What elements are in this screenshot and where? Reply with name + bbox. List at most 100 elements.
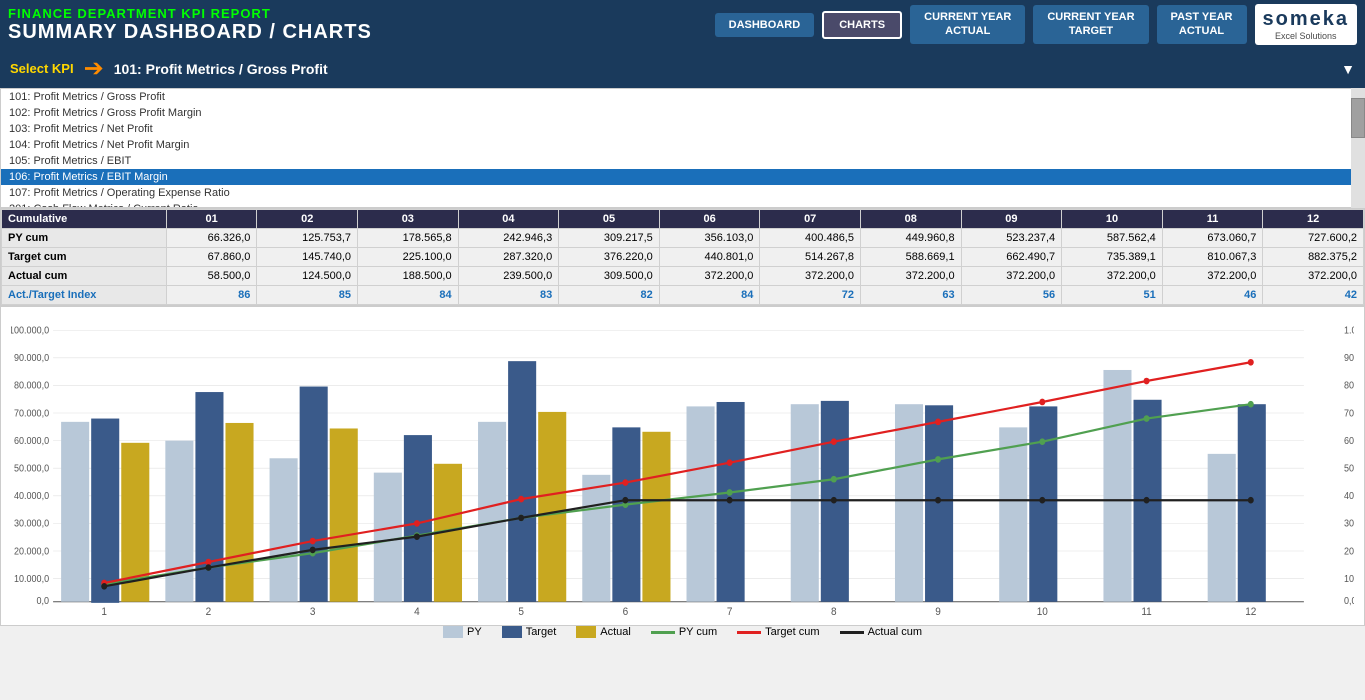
row-label-actual-cum: Actual cum [2,267,167,286]
svg-text:6: 6 [623,606,629,615]
svg-text:50.000,0: 50.000,0 [14,463,49,475]
col-header-05: 05 [559,210,660,229]
row-label-index: Act./Target Index [2,286,167,305]
cell-index: 63 [860,286,961,305]
target-cum-dot [935,419,941,426]
kpi-item-107[interactable]: 107: Profit Metrics / Operating Expense … [1,185,1364,201]
svg-text:10: 10 [1037,606,1048,615]
svg-text:4: 4 [414,606,420,615]
svg-text:1.000.000,0: 1.000.000,0 [1344,325,1354,337]
cell: 727.600,2 [1263,229,1364,248]
svg-text:7: 7 [727,606,733,615]
actual-cum-dot [935,497,941,504]
py-actual-btn[interactable]: PAST YEARACTUAL [1157,5,1247,43]
cell-index: 86 [166,286,257,305]
col-header-04: 04 [458,210,559,229]
svg-text:20.000,0: 20.000,0 [14,546,49,558]
kpi-dropdown-btn[interactable]: ▼ [1341,61,1355,77]
logo-tagline: Excel Solutions [1263,31,1350,41]
col-header-07: 07 [760,210,861,229]
legend-target: Target [502,626,557,638]
target-bar-6 [612,427,640,601]
col-header-02: 02 [257,210,358,229]
cell: 587.562,4 [1062,229,1163,248]
svg-text:100.000,0: 100.000,0 [1344,574,1354,586]
target-cum-dot [1248,359,1254,366]
py-bar-6 [582,475,610,602]
svg-text:12: 12 [1245,606,1256,615]
py-bar-7 [687,406,715,601]
kpi-list-scrollbar[interactable] [1351,88,1365,208]
kpi-item-103[interactable]: 103: Profit Metrics / Net Profit [1,121,1364,137]
logo-name: someka [1263,8,1350,31]
cell: 372.200,0 [1162,267,1263,286]
data-table-wrapper: Cumulative 01 02 03 04 05 06 07 08 09 10… [0,208,1365,306]
cell: 58.500,0 [166,267,257,286]
cy-actual-btn[interactable]: CURRENT YEARACTUAL [910,5,1025,43]
svg-text:5: 5 [518,606,524,615]
svg-text:300.000,0: 300.000,0 [1344,518,1354,530]
cell: 400.486,5 [760,229,861,248]
kpi-item-105[interactable]: 105: Profit Metrics / EBIT [1,153,1364,169]
actual-bar-3 [330,428,358,601]
table-row: Actual cum 58.500,0 124.500,0 188.500,0 … [2,267,1364,286]
svg-text:11: 11 [1141,606,1152,615]
target-bar-4 [404,435,432,602]
kpi-selector-row: Select KPI ➔ 101: Profit Metrics / Gross… [0,49,1365,88]
target-cum-dot [1039,399,1045,406]
dashboard-btn[interactable]: DASHBOARD [715,13,815,37]
cell-index: 46 [1162,286,1263,305]
charts-btn[interactable]: CHARTS [822,11,902,39]
kpi-item-101[interactable]: 101: Profit Metrics / Gross Profit [1,89,1364,105]
svg-text:40.000,0: 40.000,0 [14,491,49,503]
kpi-item-201[interactable]: 201: Cash Flow Metrics / Current Ratio [1,201,1364,208]
kpi-arrow-icon: ➔ [84,54,104,83]
target-cum-dot [831,438,837,445]
py-bar-8 [791,404,819,602]
target-cum-dot [727,459,733,466]
legend-actual-cum-color [840,631,864,634]
py-cum-dot [1248,401,1254,408]
cell: 372.200,0 [659,267,760,286]
cell: 372.200,0 [1263,267,1364,286]
cell-index: 82 [559,286,660,305]
actual-cum-dot [1144,497,1150,504]
cell-index: 42 [1263,286,1364,305]
kpi-item-104[interactable]: 104: Profit Metrics / Net Profit Margin [1,137,1364,153]
cell: 673.060,7 [1162,229,1263,248]
cell: 225.100,0 [358,248,459,267]
cell-index: 84 [659,286,760,305]
chart-svg: 100.000,0 90.000,0 80.000,0 70.000,0 60.… [11,317,1354,615]
actual-cum-dot [727,497,733,504]
table-row-index: Act./Target Index 86 85 84 83 82 84 72 6… [2,286,1364,305]
chart-legend: PY Target Actual PY cum Target cum Actua… [11,618,1354,646]
cell: 66.326,0 [166,229,257,248]
cell: 523.237,4 [961,229,1062,248]
svg-text:90.000,0: 90.000,0 [14,353,49,365]
cell-index: 83 [458,286,559,305]
kpi-item-102[interactable]: 102: Profit Metrics / Gross Profit Margi… [1,105,1364,121]
legend-actual-label: Actual [600,626,631,638]
target-bar-3 [300,387,328,602]
top-title: FINANCE DEPARTMENT KPI REPORT [8,6,707,21]
py-cum-dot [831,476,837,483]
cell: 125.753,7 [257,229,358,248]
kpi-item-106[interactable]: 106: Profit Metrics / EBIT Margin [1,169,1364,185]
actual-cum-dot [1248,497,1254,504]
legend-actual-cum-label: Actual cum [868,626,922,638]
py-cum-dot [1039,438,1045,445]
cell-index: 51 [1062,286,1163,305]
legend-target-label: Target [526,626,557,638]
cell: 810.067,3 [1162,248,1263,267]
scrollbar-thumb[interactable] [1351,98,1365,138]
actual-cum-dot [205,564,211,571]
cell: 309.217,5 [559,229,660,248]
py-bar-3 [270,458,298,601]
actual-cum-dot [101,583,107,590]
legend-actual-color [576,626,596,638]
chart-container: 100.000,0 90.000,0 80.000,0 70.000,0 60.… [0,306,1365,626]
svg-text:70.000,0: 70.000,0 [14,408,49,420]
target-cum-dot [622,479,628,486]
py-cum-dot [727,489,733,496]
cy-target-btn[interactable]: CURRENT YEARTARGET [1033,5,1148,43]
